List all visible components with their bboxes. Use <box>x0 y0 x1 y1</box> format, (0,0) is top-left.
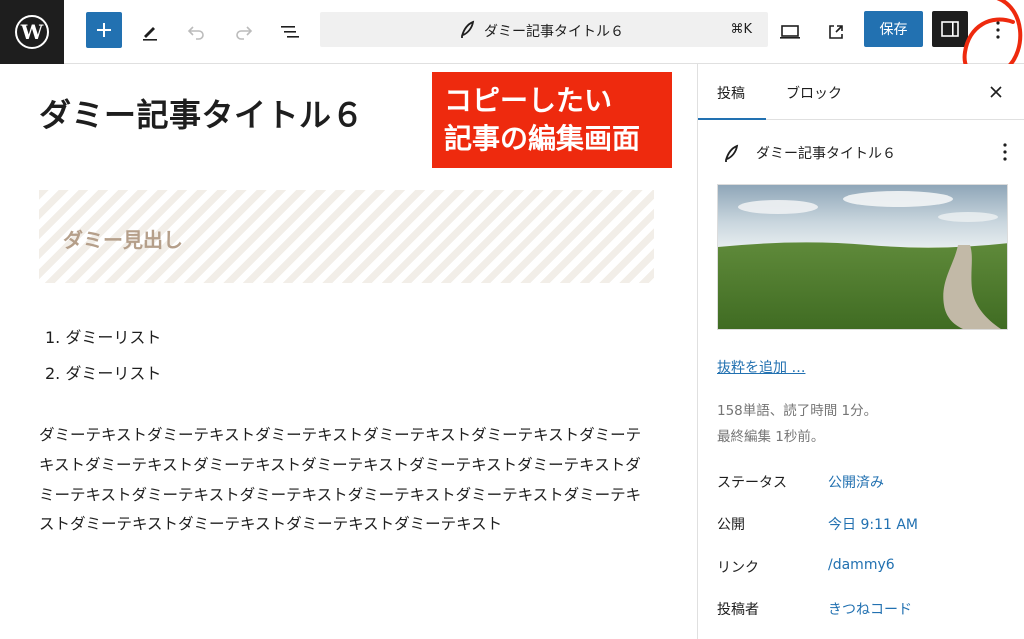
more-vertical-icon <box>1003 143 1007 161</box>
options-menu-button[interactable] <box>980 12 1016 48</box>
pencil-icon <box>143 27 157 41</box>
callout-line-2: 記事の編集画面 <box>444 123 641 154</box>
desktop-preview-icon <box>780 25 800 39</box>
wordpress-icon: W <box>15 15 49 49</box>
word-count-text: 158単語、読了時間 1分。 <box>717 403 878 419</box>
callout-line-1: コピーしたい <box>444 85 613 116</box>
add-block-button[interactable] <box>86 12 122 48</box>
redo-icon <box>236 26 253 40</box>
status-value-button[interactable]: 公開済み <box>828 472 884 492</box>
callout-annotation: コピーしたい 記事の編集画面 <box>432 72 672 168</box>
post-feather-icon <box>458 20 476 44</box>
post-actions-button[interactable] <box>1002 142 1008 166</box>
author-button[interactable]: きつねコード <box>828 599 912 619</box>
heading-text: ダミー見出し <box>63 228 183 252</box>
post-summary-row: ダミー記事タイトル６ <box>722 142 1012 166</box>
sidebar-icon <box>941 21 959 37</box>
undo-icon <box>187 26 204 40</box>
tab-post[interactable]: 投稿 <box>717 83 745 103</box>
view-post-button[interactable] <box>818 14 854 50</box>
close-sidebar-button[interactable] <box>984 80 1008 104</box>
link-label: リンク <box>717 560 759 576</box>
command-palette-bar[interactable]: ダミー記事タイトル６ ⌘K <box>320 12 768 47</box>
paragraph-block[interactable]: ダミーテキストダミーテキストダミーテキストダミーテキストダミーテキストダミーテキ… <box>39 421 651 540</box>
post-feather-icon <box>722 144 740 168</box>
settings-sidebar: 投稿 ブロック ダミー記事タイトル６ 抜粋を追加 … 158単語、読了時間 1分… <box>697 64 1024 639</box>
list-item: 2. ダミーリスト <box>45 364 162 383</box>
list-block[interactable]: 1. ダミーリスト 2. ダミーリスト <box>45 320 161 392</box>
wordpress-logo-button[interactable]: W <box>0 0 64 64</box>
document-overview-button[interactable] <box>272 14 308 50</box>
command-shortcut: ⌘K <box>730 22 752 37</box>
external-link-icon <box>829 25 843 39</box>
settings-sidebar-toggle[interactable] <box>932 11 968 47</box>
preview-button[interactable] <box>772 14 808 50</box>
more-vertical-icon <box>996 21 1000 39</box>
close-icon <box>990 86 1002 98</box>
post-title[interactable]: ダミー記事タイトル６ <box>39 90 364 136</box>
add-excerpt-link[interactable]: 抜粋を追加 … <box>717 357 805 377</box>
svg-text:W: W <box>20 20 44 44</box>
command-bar-title: ダミー記事タイトル６ <box>484 24 624 40</box>
heading-block[interactable]: ダミー見出し <box>39 190 654 283</box>
tools-button[interactable] <box>132 14 168 50</box>
editor-toolbar: W ダミー記事タイトル６ ⌘K 保存 <box>0 0 1024 64</box>
undo-button[interactable] <box>178 14 214 50</box>
publish-label: 公開 <box>717 517 745 533</box>
author-label: 投稿者 <box>717 602 759 618</box>
plus-icon <box>97 23 111 37</box>
featured-image[interactable] <box>717 184 1008 330</box>
landscape-image <box>718 185 1007 329</box>
tab-block[interactable]: ブロック <box>786 83 842 103</box>
redo-button[interactable] <box>226 14 262 50</box>
active-tab-indicator <box>698 118 766 120</box>
sidebar-post-title: ダミー記事タイトル６ <box>756 146 896 162</box>
status-label: ステータス <box>717 475 787 491</box>
last-edited-text: 最終編集 1秒前。 <box>717 429 825 445</box>
sidebar-tabs: 投稿 ブロック <box>698 64 1024 120</box>
list-item: 1. ダミーリスト <box>45 328 162 347</box>
save-button[interactable]: 保存 <box>864 11 923 47</box>
list-view-icon <box>281 26 299 38</box>
publish-date-button[interactable]: 今日 9:11 AM <box>828 514 918 534</box>
permalink-button[interactable]: /dammy6 <box>828 557 895 573</box>
